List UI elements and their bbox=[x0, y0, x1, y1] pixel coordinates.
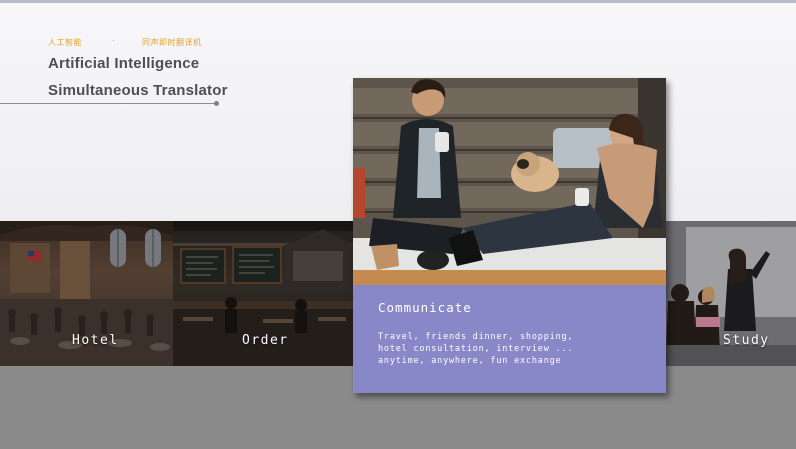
communicate-line-2: hotel consultation, interview ... bbox=[378, 344, 574, 354]
communicate-photo bbox=[353, 78, 666, 285]
scene-order[interactable]: Order bbox=[173, 221, 353, 366]
tag-label-ai: 人工智能 bbox=[48, 38, 82, 47]
top-border bbox=[0, 0, 796, 3]
communicate-title: Communicate bbox=[378, 300, 472, 315]
slide: 人工智能 · 同声即时翻译机 Artificial Intelligence S… bbox=[0, 0, 796, 449]
title-underline bbox=[0, 103, 217, 104]
scene-hotel[interactable]: Hotel bbox=[0, 221, 173, 366]
title-line-2: Simultaneous Translator bbox=[48, 82, 228, 99]
scene-hotel-label: Hotel bbox=[72, 333, 119, 348]
scene-study-label: Study bbox=[723, 333, 770, 348]
communicate-panel: Communicate Travel, friends dinner, shop… bbox=[353, 285, 666, 393]
communicate-line-1: Travel, friends dinner, shopping, bbox=[378, 332, 574, 342]
scene-study[interactable]: Study bbox=[666, 221, 796, 366]
tag-label-translator: 同声即时翻译机 bbox=[142, 38, 202, 47]
title-line-1: Artificial Intelligence bbox=[48, 55, 200, 72]
tag-separator-dot: · bbox=[112, 35, 115, 45]
friends-with-dog-illustration bbox=[353, 78, 666, 285]
communicate-card[interactable]: Communicate Travel, friends dinner, shop… bbox=[353, 78, 666, 393]
title-underline-dot bbox=[214, 101, 219, 106]
communicate-line-3: anytime, anywhere, fun exchange bbox=[378, 356, 562, 366]
scene-order-label: Order bbox=[242, 333, 289, 348]
